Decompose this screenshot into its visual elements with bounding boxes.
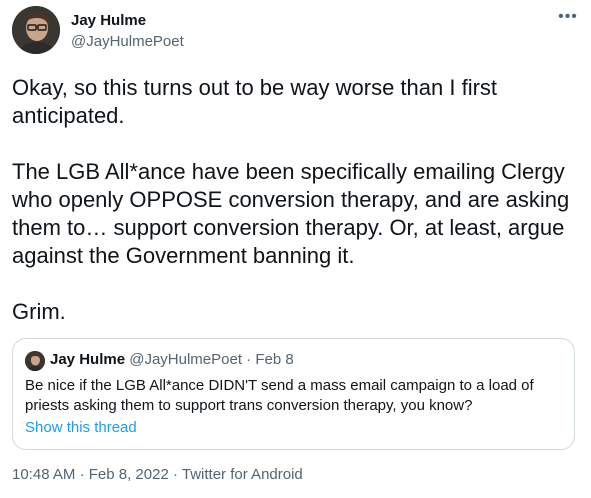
meta-separator: · (172, 466, 178, 483)
quoted-avatar (25, 351, 45, 371)
quoted-date: Feb 8 (255, 351, 294, 368)
quoted-header: Jay Hulme @JayHulmePoet · Feb 8 (50, 351, 294, 369)
tweet-paragraph: Grim. (12, 299, 66, 324)
meta-separator: · (79, 466, 85, 483)
quoted-author-handle: @JayHulmePoet (129, 351, 242, 368)
tweet-paragraph: The LGB All*ance have been specifically … (12, 159, 570, 268)
quoted-text: Be nice if the LGB All*ance DIDN'T send … (25, 377, 534, 414)
avatar[interactable] (12, 6, 60, 54)
quoted-author-name: Jay Hulme (50, 351, 126, 368)
quoted-tweet-card[interactable]: Jay Hulme @JayHulmePoet · Feb 8 Be nice … (12, 338, 575, 450)
quoted-avatar-photo (25, 351, 45, 371)
quoted-separator: · (246, 351, 252, 368)
tweet-text: Okay, so this turns out to be way worse … (12, 74, 577, 326)
tweet-time[interactable]: 10:48 AM (12, 466, 75, 483)
tweet-metadata: 10:48 AM · Feb 8, 2022 · Twitter for And… (12, 466, 303, 483)
tweet-source[interactable]: Twitter for Android (182, 466, 303, 483)
author-name[interactable]: Jay Hulme (71, 12, 146, 29)
more-options-button[interactable]: ••• (556, 8, 580, 28)
show-thread-link[interactable]: Show this thread (25, 419, 137, 436)
tweet-date[interactable]: Feb 8, 2022 (89, 466, 169, 483)
more-horizontal-icon: ••• (558, 8, 578, 25)
tweet: Jay Hulme @JayHulmePoet ••• Okay, so thi… (0, 0, 591, 498)
avatar-photo (12, 6, 60, 54)
tweet-paragraph: Okay, so this turns out to be way worse … (12, 75, 498, 128)
author-handle[interactable]: @JayHulmePoet (71, 33, 184, 50)
